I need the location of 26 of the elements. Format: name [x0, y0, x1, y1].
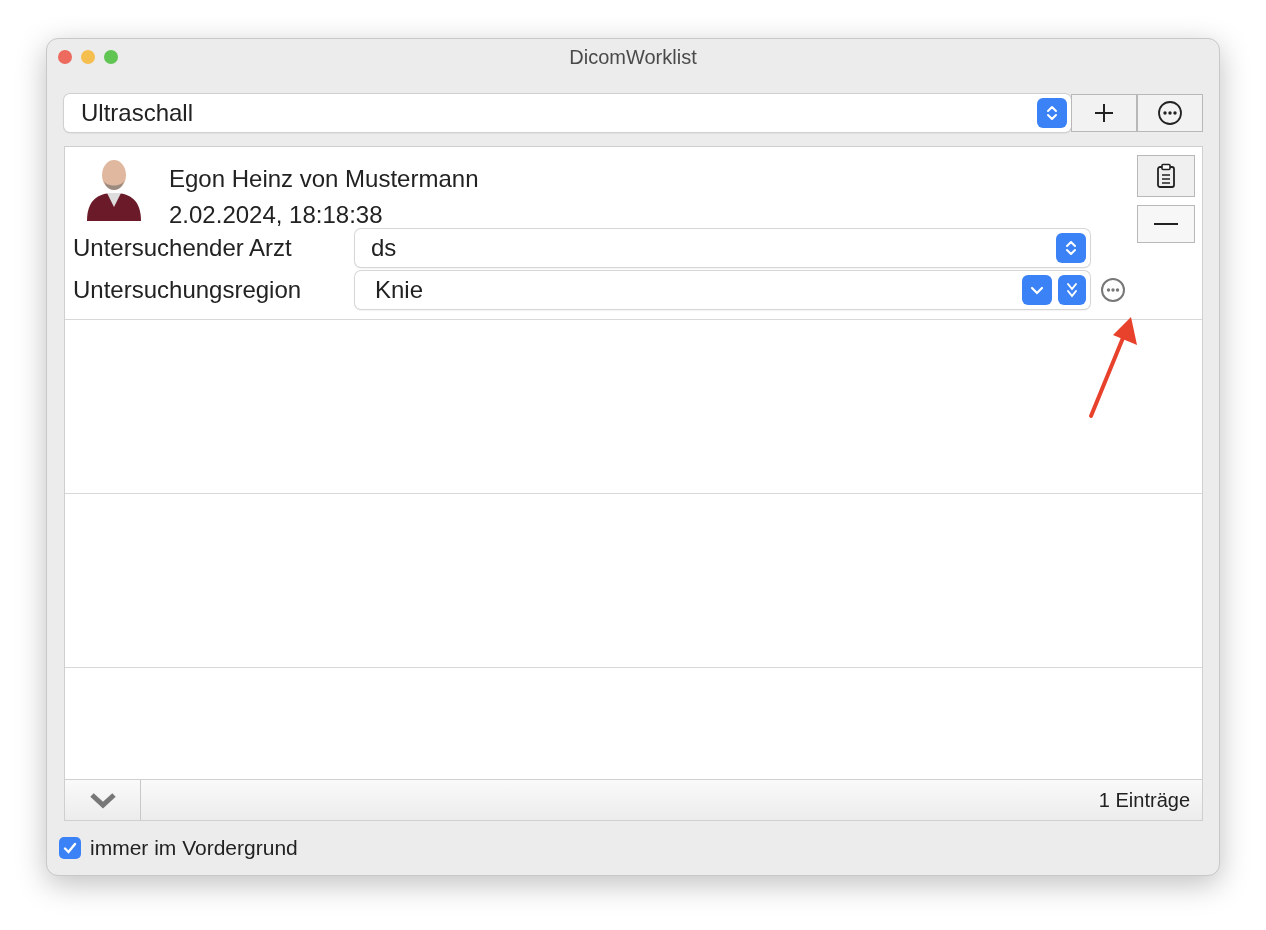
more-button[interactable] — [1137, 94, 1203, 132]
worklist-dropdown[interactable]: Ultraschall — [64, 94, 1071, 132]
add-button[interactable] — [1071, 94, 1137, 132]
clipboard-icon — [1156, 163, 1176, 189]
patient-name: Egon Heinz von Mustermann — [169, 165, 479, 193]
more-options-icon[interactable] — [1100, 277, 1126, 303]
more-icon — [1157, 100, 1183, 126]
checkbox-label: immer im Vordergrund — [90, 836, 298, 860]
entry-count: 1 Einträge — [1098, 788, 1190, 812]
plus-icon — [1092, 101, 1116, 125]
doctor-dropdown[interactable]: ds — [355, 229, 1090, 267]
minus-icon — [1154, 222, 1178, 226]
up-down-arrows-icon — [1056, 233, 1086, 263]
checkmark-icon — [62, 840, 78, 856]
field-label: Untersuchender Arzt — [73, 234, 293, 262]
window-title: DicomWorklist — [569, 45, 697, 68]
field-label: Untersuchungsregion — [73, 276, 303, 304]
combo-box[interactable]: Knie — [355, 271, 1090, 309]
close-button[interactable] — [58, 50, 72, 64]
double-chevron-icon — [1058, 275, 1086, 305]
always-on-top-checkbox[interactable] — [59, 837, 81, 859]
up-down-arrows-icon — [1037, 98, 1067, 128]
exam-datetime: 2.02.2024, 18:18:38 — [169, 201, 384, 229]
clipboard-button[interactable] — [1137, 155, 1195, 197]
remove-button[interactable] — [1137, 205, 1195, 243]
chevron-down-icon — [1022, 275, 1052, 305]
